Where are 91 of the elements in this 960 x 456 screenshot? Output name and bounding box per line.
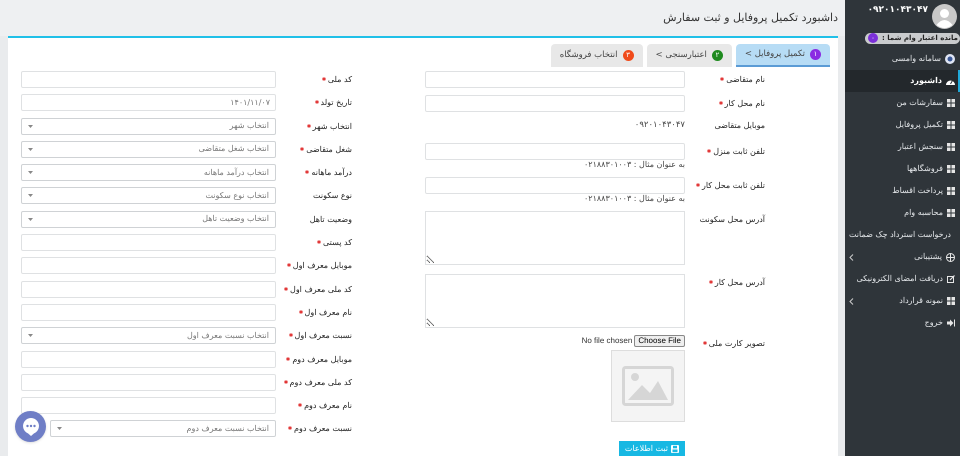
text-area[interactable] (425, 274, 685, 328)
field-hint: به عنوان مثال : ۰۲۱۸۸۳۰۱۰۰۳ (582, 160, 685, 170)
select-field[interactable]: انتخاب وضعیت تاهل (21, 210, 276, 228)
input-field[interactable] (425, 71, 685, 88)
caret-icon (28, 148, 33, 151)
select-field[interactable]: انتخاب درآمد ماهانه (21, 164, 276, 182)
field-label: موبایل متقاضی (714, 120, 765, 132)
caret-icon (28, 171, 33, 174)
input-field[interactable] (21, 374, 276, 391)
input-field[interactable] (425, 143, 685, 160)
grid-icon (947, 165, 955, 173)
field-label: آدرس محل سکونت (700, 214, 765, 226)
select-field[interactable]: انتخاب شغل متقاضی (21, 140, 276, 158)
field-label: موبایل معرف اول (292, 260, 352, 272)
sidebar-item[interactable]: داشبورد (845, 70, 960, 92)
input-field[interactable] (21, 350, 276, 368)
chevron-icon (849, 254, 854, 260)
input-field[interactable] (21, 304, 276, 321)
input-field[interactable]: ۱۴۰۱/۱۱/۰۷ (21, 94, 276, 112)
edit-icon (947, 275, 955, 283)
sidebar-item[interactable]: سامانه وامسی (845, 48, 960, 70)
save-icon (671, 445, 679, 453)
field-label: کد ملی معرف اول (290, 284, 352, 296)
field-label: کد ملی (328, 74, 352, 86)
file-status: No file chosen (582, 335, 632, 347)
input-field[interactable] (21, 397, 276, 414)
field-label: موبایل معرف دوم (292, 354, 352, 366)
caret-icon (57, 427, 62, 430)
image-placeholder-icon (622, 366, 674, 406)
caret-icon (28, 218, 33, 221)
input-field[interactable] (21, 280, 276, 298)
sidebar-item[interactable]: محاسبه وام (845, 202, 960, 224)
field-hint: به عنوان مثال : ۰۲۱۸۸۳۰۱۰۰۳ (582, 194, 685, 204)
input-field[interactable] (21, 234, 276, 252)
caret-icon (28, 124, 33, 128)
field-label: نام متقاضی (726, 74, 765, 86)
user-phone: ۰۹۲۰۱۰۴۳۰۴۷ (868, 4, 928, 18)
logo-icon (945, 54, 955, 64)
caret-icon (28, 194, 33, 198)
field-label: آدرس محل کار (714, 277, 765, 289)
caret-icon (28, 334, 33, 338)
grid-icon (947, 143, 955, 151)
logout-icon (947, 319, 955, 327)
grid-icon (947, 121, 955, 129)
page-title: داشبورد تکمیل پروفایل و ثبت سفارش (663, 10, 838, 26)
field-label: تصویر کارت ملی (708, 338, 765, 350)
field-label: نسبت معرف اول (294, 330, 352, 342)
mobile-value: ۰۹۲۰۱۰۴۳۰۴۷ (634, 119, 685, 131)
chat-icon (22, 417, 40, 436)
field-label: نام معرف اول (304, 306, 352, 319)
field-label: نوع سکونت (312, 190, 352, 202)
sidebar-item[interactable]: سفارشات من (845, 92, 960, 114)
field-label: کد پستی (323, 237, 352, 250)
input-field[interactable] (425, 177, 685, 194)
sidebar-item[interactable]: پشتیبانی (845, 246, 960, 268)
field-label: کد ملی معرف دوم (290, 376, 352, 389)
sidebar-item[interactable]: فروشگاهها (845, 158, 960, 180)
sidebar-item[interactable]: دریافت امضای الکترونیکی (845, 268, 960, 290)
globe-icon (946, 252, 955, 262)
field-label: انتخاب شهر (312, 120, 352, 133)
field-label: نام محل کار (724, 98, 765, 110)
sidebar-item[interactable]: پرداخت اقساط (845, 180, 960, 202)
grid-icon (947, 209, 955, 217)
input-field[interactable] (425, 95, 685, 112)
field-label: وضعیت تاهل (310, 214, 352, 226)
text-area[interactable] (425, 211, 685, 265)
sidebar-item[interactable]: سنجش اعتبار (845, 136, 960, 158)
select-field[interactable]: انتخاب شهر (21, 118, 276, 135)
sidebar-item[interactable]: خروج (845, 312, 960, 334)
avatar-icon[interactable] (932, 4, 957, 28)
sidebar-item[interactable]: درخواست استرداد چک ضمانت (845, 224, 960, 246)
select-field[interactable]: انتخاب نوع سکونت (21, 187, 276, 204)
input-field[interactable] (21, 257, 276, 274)
field-label: درآمد ماهانه (311, 167, 352, 180)
field-label: تاریخ تولد (320, 97, 352, 110)
input-field[interactable] (21, 71, 276, 88)
select-field[interactable]: انتخاب نسبت معرف دوم (50, 420, 276, 438)
sidebar-item[interactable]: نمونه قرارداد (845, 290, 960, 312)
choose-file-button[interactable]: Choose File (634, 335, 685, 347)
chevron-icon (849, 298, 854, 304)
field-label: تلفن ثابت منزل (713, 146, 765, 158)
grid-icon (947, 187, 955, 195)
grid-icon (947, 297, 955, 305)
field-label: تلفن ثابت محل کار (702, 180, 765, 192)
select-field[interactable]: انتخاب نسبت معرف اول (21, 327, 276, 344)
dashboard-icon (946, 78, 955, 84)
field-label: نسبت معرف دوم (294, 423, 352, 436)
grid-icon (947, 99, 955, 107)
field-label: نام معرف دوم (304, 400, 352, 412)
sidebar-item[interactable]: تکمیل پروفایل (845, 114, 960, 136)
field-label: شغل متقاضی (306, 144, 352, 156)
